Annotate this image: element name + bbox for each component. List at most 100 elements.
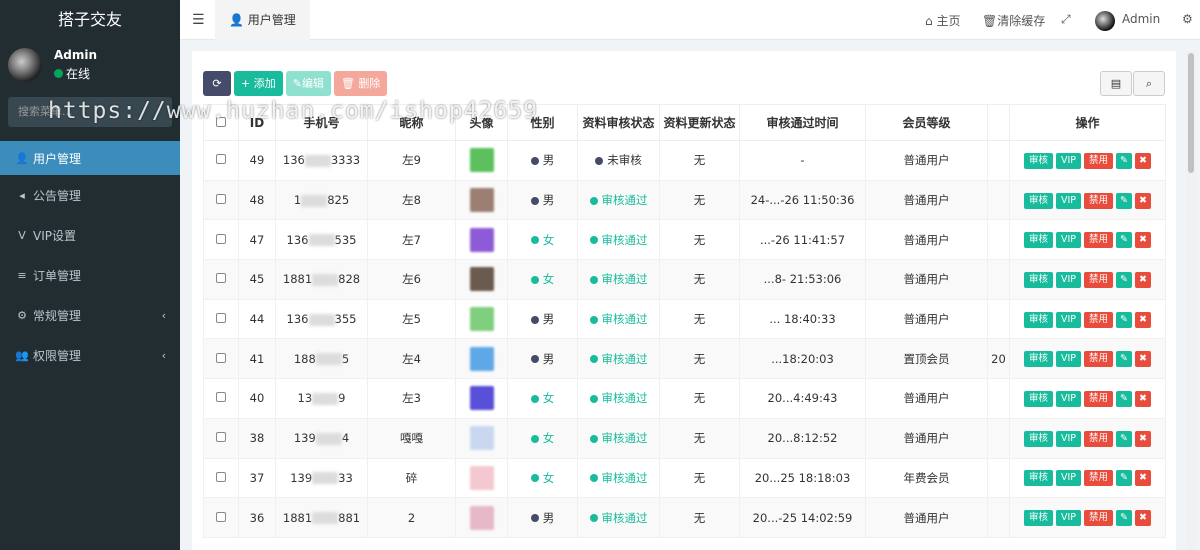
audit-button[interactable]: 审核	[1023, 192, 1053, 209]
ban-button[interactable]: 禁用	[1084, 351, 1114, 368]
avatar-thumbnail[interactable]	[469, 227, 494, 252]
vip-button[interactable]: VIP	[1055, 311, 1082, 328]
table-row[interactable]: 37 139 33 碎女审核通过无 20...25 18:18:03 年费会员 审核 VIP 禁…	[203, 457, 1166, 499]
audit-button[interactable]: 审核	[1023, 232, 1053, 249]
vip-button[interactable]: VIP	[1055, 192, 1082, 209]
vip-button[interactable]: VIP	[1055, 430, 1082, 447]
home-link[interactable]: ⌂ 主页	[925, 12, 960, 29]
vip-button[interactable]: VIP	[1055, 510, 1082, 527]
row-checkbox[interactable]	[216, 511, 226, 522]
table-row[interactable]: 48 1 825 左8 男审核通过无 24-...-26 11:50:36 普通用户 审核 VI…	[203, 179, 1166, 221]
pencil-icon[interactable]: ✎	[1116, 390, 1133, 407]
pencil-icon[interactable]: ✎	[1116, 152, 1133, 169]
audit-button[interactable]: 审核	[1023, 152, 1053, 169]
column-header-2[interactable]: 手机号	[275, 104, 368, 141]
trash-icon[interactable]: ✖	[1135, 232, 1152, 249]
menu-search-input[interactable]: 搜索菜单...	[8, 97, 172, 127]
avatar-thumbnail[interactable]	[469, 346, 494, 371]
vip-button[interactable]: VIP	[1055, 232, 1082, 249]
vip-button[interactable]: VIP	[1055, 271, 1082, 288]
delete-button[interactable]: 🗑 删除	[333, 71, 388, 96]
app-title[interactable]: 搭子交友	[0, 0, 180, 40]
clear-cache-link[interactable]: 🗑清除缓存	[982, 12, 1045, 29]
columns-toggle-button[interactable]: ▤	[1100, 71, 1132, 96]
pencil-icon[interactable]: ✎	[1116, 311, 1133, 328]
column-header-4[interactable]: 头像	[455, 104, 508, 141]
pencil-icon[interactable]: ✎	[1116, 430, 1133, 447]
column-header-3[interactable]: 昵称	[367, 104, 456, 141]
trash-icon[interactable]: ✖	[1135, 351, 1152, 368]
sidebar-item-4[interactable]: ⚙ 常规管理 ‹	[0, 295, 180, 335]
sidebar-item-5[interactable]: 👥 权限管理 ‹	[0, 335, 180, 375]
table-row[interactable]: 36 1881 881 2 男审核通过无 20...-25 14:02:59 普通用户 审核 V…	[203, 497, 1166, 538]
row-checkbox[interactable]	[216, 313, 226, 324]
scrollbar-thumb[interactable]	[1188, 53, 1194, 173]
trash-icon[interactable]: ✖	[1135, 271, 1152, 288]
row-checkbox[interactable]	[216, 273, 226, 284]
edit-button[interactable]: ✎编辑	[285, 71, 331, 96]
column-header-1[interactable]: ID	[238, 104, 276, 141]
trash-icon[interactable]: ✖	[1135, 152, 1152, 169]
row-checkbox[interactable]	[216, 352, 226, 363]
vip-button[interactable]: VIP	[1055, 390, 1082, 407]
trash-icon[interactable]: ✖	[1135, 510, 1152, 527]
avatar-thumbnail[interactable]	[469, 426, 494, 451]
trash-icon[interactable]: ✖	[1135, 430, 1152, 447]
ban-button[interactable]: 禁用	[1084, 390, 1114, 407]
row-checkbox[interactable]	[216, 194, 226, 205]
pencil-icon[interactable]: ✎	[1116, 271, 1133, 288]
pencil-icon[interactable]: ✎	[1116, 470, 1133, 487]
row-checkbox[interactable]	[216, 471, 226, 482]
table-row[interactable]: 49 136 3333 左9 男未审核无 - 普通用户 审核 VIP 禁用 ✎ ✖	[203, 140, 1166, 181]
admin-avatar[interactable]	[1095, 11, 1115, 31]
column-header-0[interactable]	[203, 104, 239, 141]
audit-button[interactable]: 审核	[1023, 430, 1053, 447]
cogs-icon[interactable]: ⚙	[1182, 12, 1193, 26]
sidebar-item-1[interactable]: ◂ 公告管理	[0, 175, 180, 215]
ban-button[interactable]: 禁用	[1084, 232, 1114, 249]
column-header-11[interactable]: 操作	[1009, 104, 1166, 141]
sidebar-item-3[interactable]: ≡ 订单管理	[0, 255, 180, 295]
column-header-10[interactable]	[987, 104, 1010, 141]
fullscreen-icon[interactable]: ⤢	[1061, 12, 1071, 27]
add-button[interactable]: + 添加	[234, 71, 283, 96]
menu-toggle-icon[interactable]: ☰	[192, 12, 205, 28]
vip-button[interactable]: VIP	[1055, 351, 1082, 368]
pencil-icon[interactable]: ✎	[1116, 510, 1133, 527]
avatar-thumbnail[interactable]	[469, 505, 494, 530]
admin-name[interactable]: Admin	[1122, 12, 1160, 26]
vip-button[interactable]: VIP	[1055, 470, 1082, 487]
avatar-thumbnail[interactable]	[469, 307, 494, 332]
sidebar-item-0[interactable]: 👤 用户管理	[0, 141, 180, 175]
audit-button[interactable]: 审核	[1023, 351, 1053, 368]
sidebar-item-2[interactable]: V VIP设置	[0, 215, 180, 255]
vip-button[interactable]: VIP	[1055, 152, 1082, 169]
audit-button[interactable]: 审核	[1023, 390, 1053, 407]
avatar-thumbnail[interactable]	[469, 188, 494, 213]
table-row[interactable]: 47 136 535 左7 女审核通过无 ...-26 11:41:57 普通用户 审核 VIP…	[203, 219, 1166, 261]
ban-button[interactable]: 禁用	[1084, 510, 1114, 527]
avatar-thumbnail[interactable]	[469, 267, 494, 292]
audit-button[interactable]: 审核	[1023, 510, 1053, 527]
ban-button[interactable]: 禁用	[1084, 430, 1114, 447]
audit-button[interactable]: 审核	[1023, 470, 1053, 487]
trash-icon[interactable]: ✖	[1135, 470, 1152, 487]
column-header-5[interactable]: 性别	[507, 104, 578, 141]
column-header-6[interactable]: 资料审核状态	[577, 104, 660, 141]
row-checkbox[interactable]	[216, 432, 226, 443]
avatar-thumbnail[interactable]	[469, 148, 494, 173]
pencil-icon[interactable]: ✎	[1116, 351, 1133, 368]
trash-icon[interactable]: ✖	[1135, 192, 1152, 209]
column-header-9[interactable]: 会员等级	[865, 104, 988, 141]
table-row[interactable]: 40 13 9 左3 女审核通过无 20...4:49:43 普通用户 审核 VIP 禁用 ✎ ✖	[203, 378, 1166, 419]
pencil-icon[interactable]: ✎	[1116, 232, 1133, 249]
audit-button[interactable]: 审核	[1023, 271, 1053, 288]
pencil-icon[interactable]: ✎	[1116, 192, 1133, 209]
column-header-8[interactable]: 审核通过时间	[739, 104, 866, 141]
ban-button[interactable]: 禁用	[1084, 470, 1114, 487]
ban-button[interactable]: 禁用	[1084, 271, 1114, 288]
row-checkbox[interactable]	[216, 154, 226, 165]
row-checkbox[interactable]	[216, 392, 226, 403]
tab-user-management[interactable]: 👤 用户管理	[215, 0, 310, 40]
column-header-7[interactable]: 资料更新状态	[659, 104, 740, 141]
